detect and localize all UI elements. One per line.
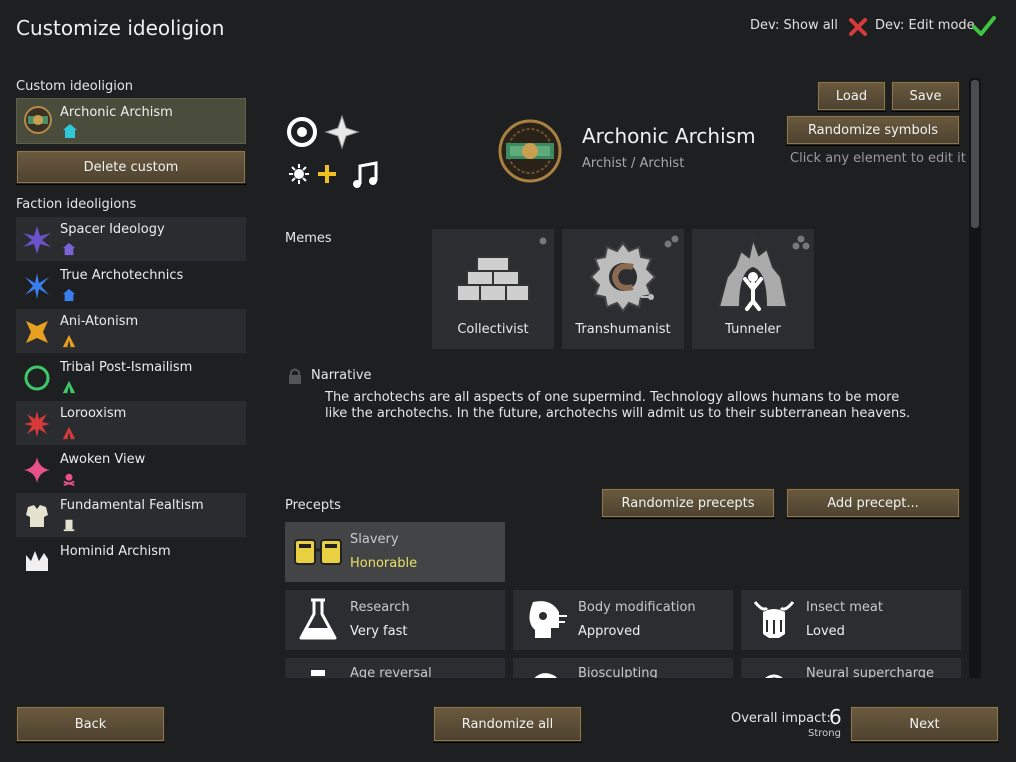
save-button[interactable]: Save [891, 81, 960, 111]
narrative-text[interactable]: The archotechs are all aspects of one su… [325, 390, 925, 422]
ideo-adjective[interactable]: Archist / Archist [582, 156, 684, 171]
impact-dots-icon [792, 235, 810, 250]
overall-impact-value: 6 [829, 705, 842, 729]
meme-card-collectivist[interactable]: Collectivist [432, 229, 554, 349]
scrollbar-thumb[interactable] [971, 80, 979, 228]
insect-icon [753, 601, 795, 638]
precept-age-reversal[interactable]: Age reversal [285, 658, 505, 678]
precept-neural-supercharge[interactable]: Neural supercharge [741, 658, 961, 678]
diamond-star-icon [26, 321, 48, 343]
music-note-icon[interactable] [350, 160, 382, 192]
add-precept-button[interactable]: Add precept... [786, 488, 960, 518]
dev-edit-mode-toggle[interactable]: Dev: Edit mode [875, 18, 975, 33]
sparkle-icon[interactable] [324, 114, 360, 150]
back-button[interactable]: Back [16, 706, 165, 742]
sun-icon[interactable] [288, 163, 310, 185]
hourglass-icon [311, 670, 325, 676]
ring-icon [24, 365, 50, 391]
precepts-row-clipped: Age reversal Biosculpting Neural superch… [285, 658, 961, 678]
narrative-heading: Narrative [311, 368, 372, 383]
spiky-star-icon [24, 411, 50, 437]
crown-icon [26, 551, 48, 571]
brick-pyramid-icon [456, 256, 530, 302]
flask-icon [299, 598, 337, 640]
precepts-heading: Precepts [285, 498, 341, 513]
overall-impact-label: Overall impact: [731, 711, 831, 726]
precept-research[interactable]: Research Very fast [285, 590, 505, 650]
ideo-emblem-icon[interactable] [498, 118, 562, 184]
meme-label: Transhumanist [575, 322, 671, 337]
precept-biosculpting[interactable]: Biosculpting [513, 658, 733, 678]
faction-ideoligions-heading: Faction ideoligions [16, 197, 137, 212]
pillar-icon [63, 519, 75, 532]
signal-waves-icon [765, 674, 783, 678]
impact-dot-icon [539, 237, 547, 245]
meme-label: Collectivist [457, 322, 529, 337]
precept-body-modification[interactable]: Body modification Approved [513, 590, 733, 650]
ideo-name[interactable]: Archonic Archism [582, 124, 756, 148]
checkmark-icon[interactable] [972, 15, 996, 37]
faction-item-spacer-ideology[interactable]: Spacer Ideology [16, 217, 246, 261]
randomize-all-button[interactable]: Randomize all [433, 706, 582, 742]
shackles-icon [294, 539, 342, 565]
overall-impact-desc: Strong [808, 728, 841, 739]
cyborg-head-icon [529, 601, 567, 638]
delete-custom-button[interactable]: Delete custom [16, 150, 246, 184]
dev-edit-mode-label: Dev: Edit mode [875, 18, 975, 33]
star-burst-icon [23, 226, 51, 254]
randomize-precepts-button[interactable]: Randomize precepts [601, 488, 775, 518]
custom-ideoligion-name: Archonic Archism [60, 105, 173, 120]
house-icon [62, 242, 76, 256]
dev-show-all-label: Dev: Show all [750, 18, 838, 33]
edit-hint: Click any element to edit it [790, 151, 966, 166]
tent-icon [62, 380, 76, 394]
dev-show-all-toggle[interactable]: Dev: Show all [750, 18, 838, 33]
skull-crossbones-icon [63, 473, 75, 486]
faction-item-ani-atonism[interactable]: Ani-Atonism [16, 309, 246, 353]
faction-item-hominid-archism[interactable]: Hominid Archism [16, 539, 246, 583]
plus-icon[interactable] [316, 163, 338, 185]
precept-insect-meat[interactable]: Insect meat Loved [741, 590, 961, 650]
faction-item-true-archotechnics[interactable]: True Archotechnics [16, 263, 246, 307]
randomize-symbols-button[interactable]: Randomize symbols [786, 115, 960, 145]
next-button[interactable]: Next [850, 706, 999, 742]
cave-figure-icon [717, 237, 789, 311]
custom-ideoligion-heading: Custom ideoligion [16, 79, 134, 94]
meme-card-tunneler[interactable]: Tunneler [692, 229, 814, 349]
ideo-emblem-icon [24, 106, 52, 134]
meme-label: Tunneler [725, 322, 781, 337]
gear-circuit-icon [589, 241, 657, 313]
memes-heading: Memes [285, 231, 332, 246]
page-title: Customize ideoligion [16, 16, 225, 40]
lock-icon[interactable] [287, 367, 303, 385]
faction-item-tribal-post-ismailism[interactable]: Tribal Post-Ismailism [16, 355, 246, 399]
armor-icon [26, 505, 48, 527]
faction-item-fundamental-fealtism[interactable]: Fundamental Fealtism [16, 493, 246, 537]
four-point-star-icon [24, 457, 50, 483]
star-burst-icon [25, 273, 49, 299]
faction-item-awoken-view[interactable]: Awoken View [16, 447, 246, 491]
meme-card-transhumanist[interactable]: Transhumanist [562, 229, 684, 349]
custom-ideoligion-item[interactable]: Archonic Archism [16, 98, 246, 144]
load-button[interactable]: Load [817, 81, 886, 111]
impact-dots-icon [664, 235, 679, 248]
tent-icon [62, 334, 76, 348]
target-ring-icon[interactable] [286, 116, 318, 148]
tent-icon [62, 426, 76, 440]
house-icon [62, 288, 76, 302]
cross-icon[interactable] [848, 17, 868, 37]
precept-slavery[interactable]: Slavery Honorable [285, 522, 505, 582]
house-icon [63, 124, 77, 138]
faction-item-lorooxism[interactable]: Lorooxism [16, 401, 246, 445]
biosculpter-icon [534, 673, 557, 678]
